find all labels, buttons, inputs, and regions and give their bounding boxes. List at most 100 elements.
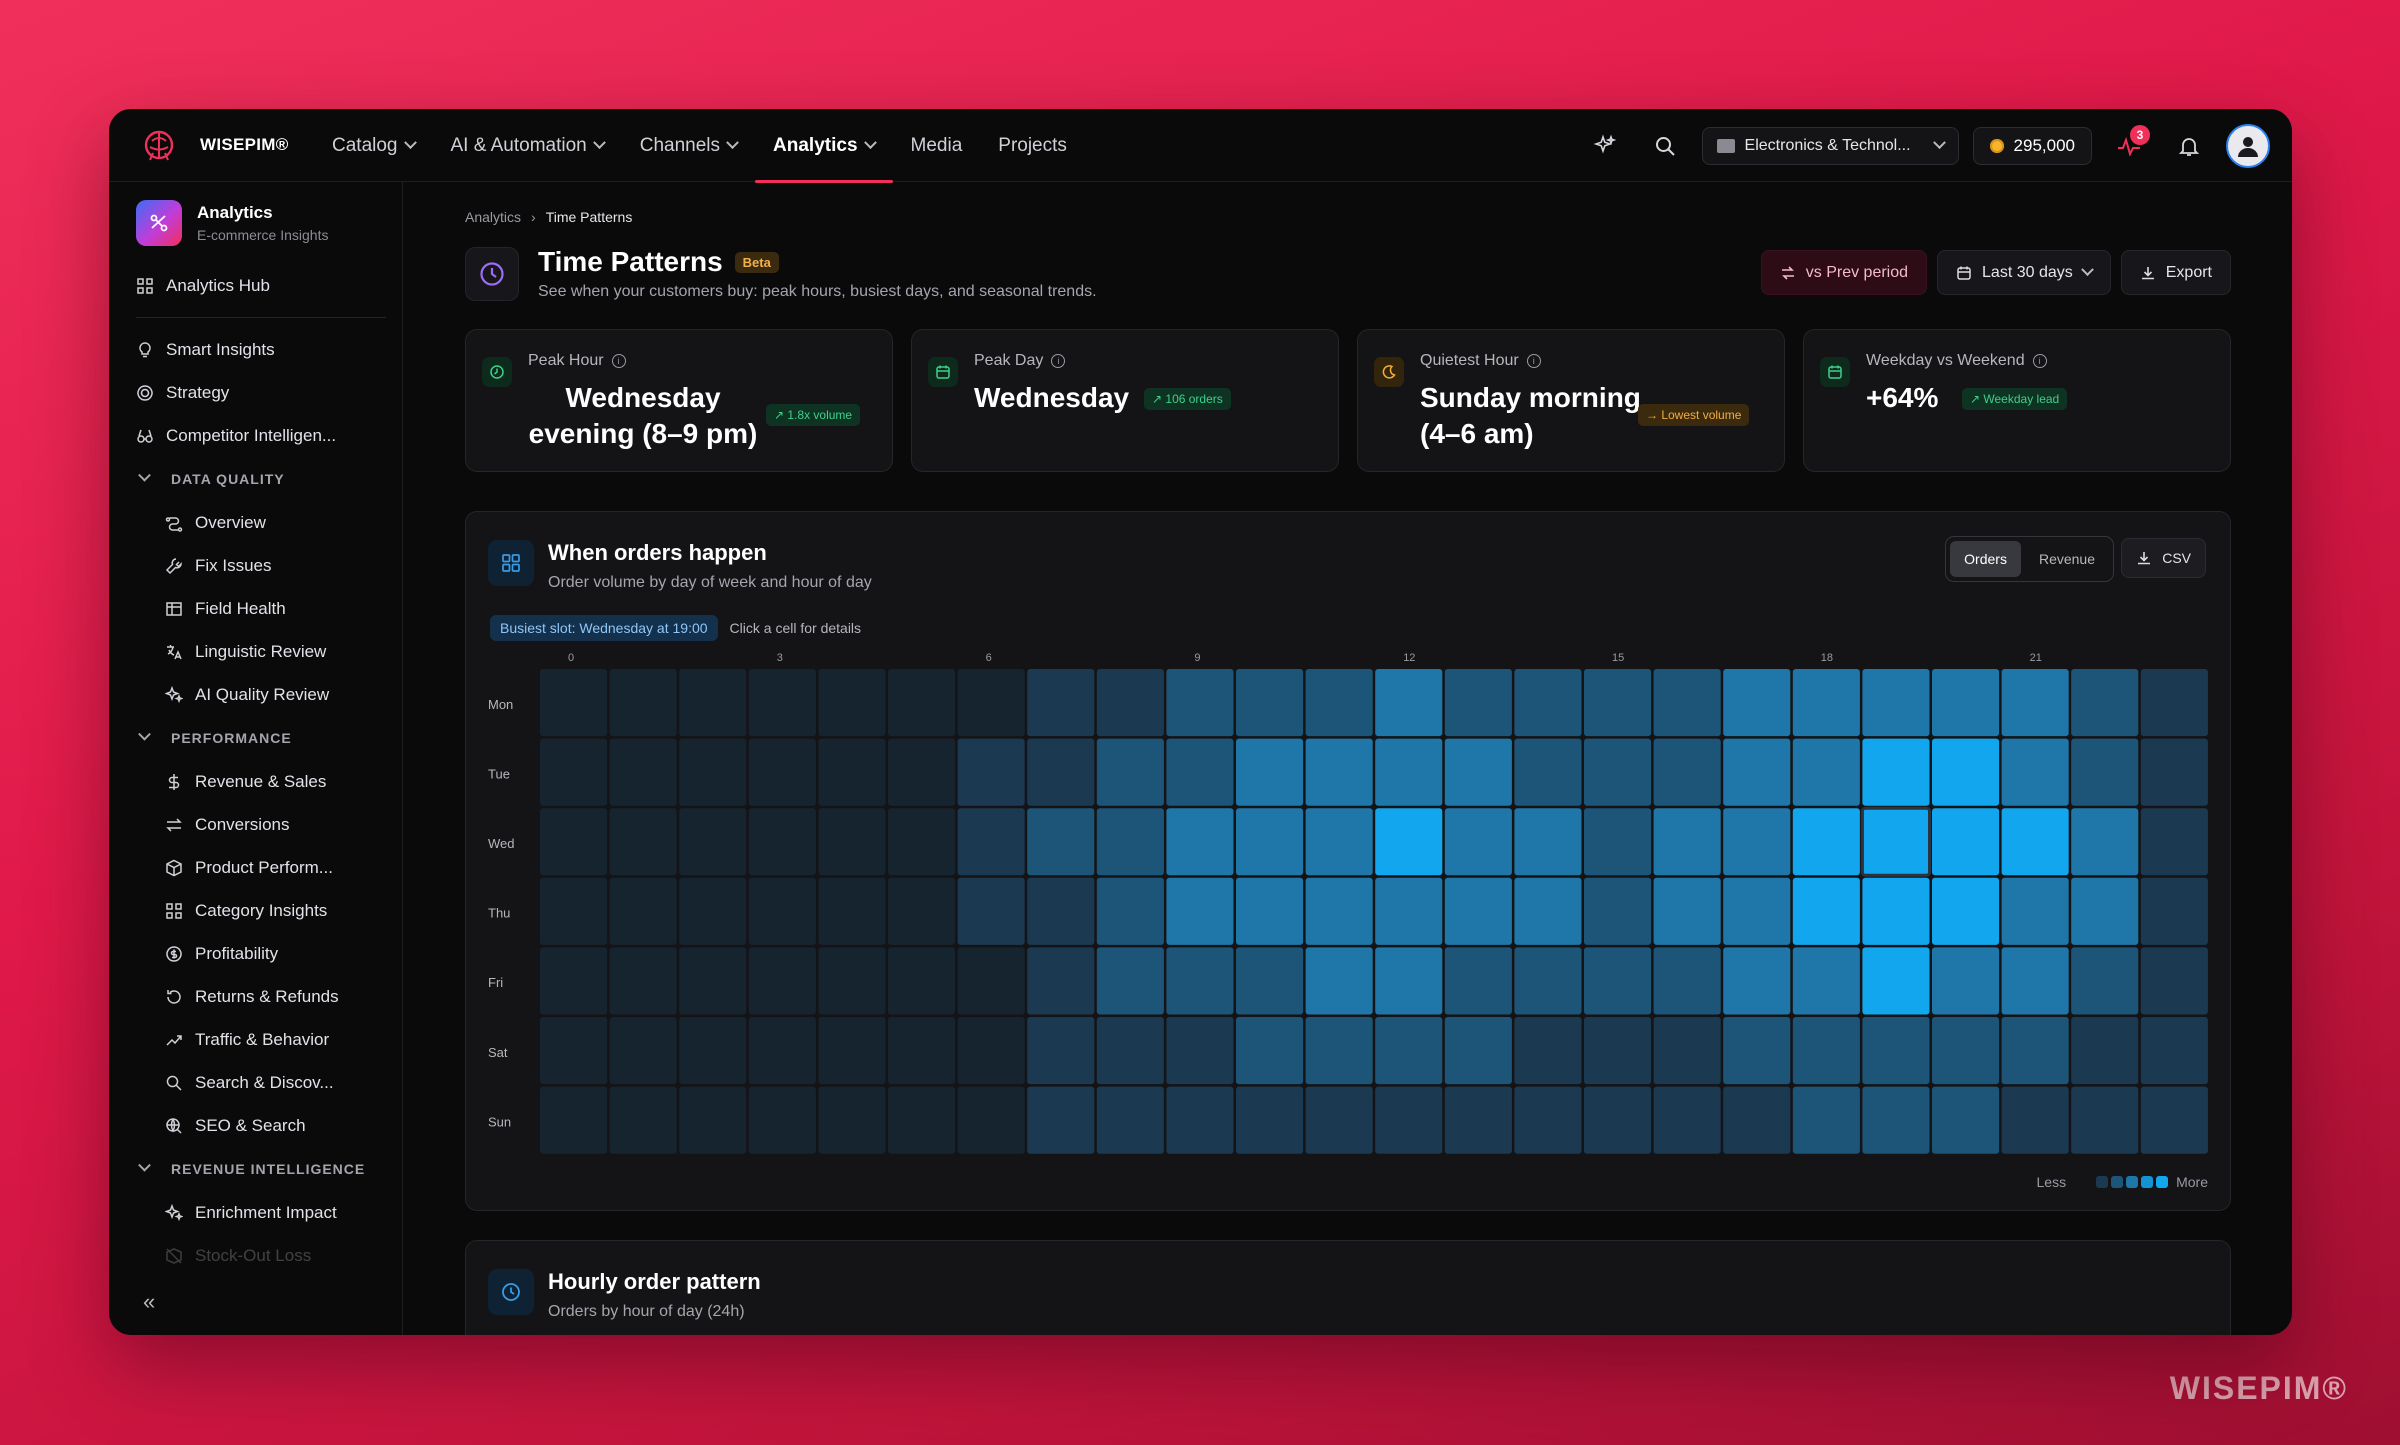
heatmap-cell[interactable] [1792, 669, 1860, 737]
heatmap-cell[interactable] [1862, 1017, 1930, 1085]
heatmap-cell[interactable] [2140, 947, 2208, 1015]
sidebar-item-analytics-hub[interactable]: Analytics Hub [136, 264, 386, 307]
heatmap-cell[interactable] [1096, 1017, 1164, 1085]
breadcrumb-analytics[interactable]: Analytics [465, 209, 521, 225]
heatmap-cell[interactable] [679, 947, 747, 1015]
heatmap-cell[interactable] [818, 808, 886, 876]
heatmap-cell[interactable] [1236, 669, 1304, 737]
credits-balance[interactable]: 295,000 [1972, 126, 2092, 165]
heatmap-cell[interactable] [748, 669, 816, 737]
heatmap-cell[interactable] [540, 669, 608, 737]
heatmap-cell[interactable] [1514, 877, 1582, 945]
heatmap-cell[interactable] [1444, 669, 1512, 737]
heatmap-cell[interactable] [2071, 1017, 2139, 1085]
brain-logo-icon[interactable] [139, 127, 179, 167]
heatmap-cell[interactable] [2001, 947, 2069, 1015]
heatmap-cell[interactable] [2071, 738, 2139, 806]
heatmap-cell[interactable] [540, 947, 608, 1015]
heatmap-cell[interactable] [1723, 1086, 1791, 1154]
heatmap-cell[interactable] [957, 669, 1025, 737]
heatmap-cell[interactable] [609, 738, 677, 806]
sidebar-item-product-perform[interactable]: Product Perform... [136, 846, 386, 889]
heatmap-cell[interactable] [2071, 947, 2139, 1015]
heatmap-cell[interactable] [2071, 808, 2139, 876]
heatmap-cell[interactable] [1375, 808, 1443, 876]
heatmap-cell[interactable] [540, 877, 608, 945]
heatmap-cell[interactable] [2001, 808, 2069, 876]
heatmap-cell[interactable] [1584, 669, 1652, 737]
heatmap-cell[interactable] [1444, 1086, 1512, 1154]
sidebar-section-revenue-intelligence[interactable]: REVENUE INTELLIGENCE [136, 1147, 386, 1191]
heatmap-cell[interactable] [2140, 1086, 2208, 1154]
heatmap-cell[interactable] [1514, 669, 1582, 737]
heatmap-cell[interactable] [1932, 808, 2000, 876]
user-avatar[interactable] [2226, 123, 2270, 168]
heatmap-cell[interactable] [1653, 1086, 1721, 1154]
heatmap-cell[interactable] [1305, 877, 1373, 945]
heatmap-cell[interactable] [1166, 808, 1234, 876]
info-icon[interactable]: i [1051, 354, 1066, 368]
sidebar-item-returns-refunds[interactable]: Returns & Refunds [136, 975, 386, 1018]
heatmap-cell[interactable] [957, 1017, 1025, 1085]
sidebar-section-data-quality[interactable]: DATA QUALITY [136, 457, 386, 501]
heatmap-cell[interactable] [1723, 877, 1791, 945]
heatmap-cell[interactable] [1584, 808, 1652, 876]
heatmap-cell[interactable] [2140, 1017, 2208, 1085]
sidebar-item-seo-search[interactable]: SEO & Search [136, 1104, 386, 1147]
heatmap-cell[interactable] [1375, 947, 1443, 1015]
heatmap-cell[interactable] [2001, 738, 2069, 806]
heatmap-cell[interactable] [1096, 738, 1164, 806]
heatmap-cell[interactable] [1862, 947, 1930, 1015]
heatmap-cell[interactable] [818, 947, 886, 1015]
heatmap-cell[interactable] [1236, 1086, 1304, 1154]
heatmap-cell[interactable] [609, 877, 677, 945]
heatmap-cell[interactable] [748, 1086, 816, 1154]
sidebar-item-field-health[interactable]: Field Health [136, 587, 386, 630]
heatmap-cell[interactable] [1096, 1086, 1164, 1154]
activity-pulse-icon[interactable]: 3 [2106, 123, 2152, 169]
heatmap-cell[interactable] [1096, 877, 1164, 945]
heatmap-cell[interactable] [2140, 877, 2208, 945]
heatmap-cell[interactable] [1723, 669, 1791, 737]
heatmap-cell[interactable] [1653, 808, 1721, 876]
heatmap-cell[interactable] [1166, 1086, 1234, 1154]
heatmap-cell[interactable] [1444, 877, 1512, 945]
nav-channels[interactable]: Channels [622, 109, 755, 182]
heatmap-cell[interactable] [957, 808, 1025, 876]
heatmap-cell[interactable] [748, 877, 816, 945]
heatmap-cell[interactable] [609, 947, 677, 1015]
heatmap-cell[interactable] [2001, 669, 2069, 737]
heatmap-cell[interactable] [2140, 669, 2208, 737]
heatmap-cell[interactable] [1862, 738, 1930, 806]
heatmap-cell[interactable] [748, 808, 816, 876]
date-range-select[interactable]: Last 30 days [1937, 250, 2111, 295]
heatmap-cell[interactable] [1375, 1086, 1443, 1154]
collapse-sidebar-icon[interactable]: « [143, 1289, 155, 1315]
heatmap-cell[interactable] [1932, 669, 2000, 737]
sidebar-section-performance[interactable]: PERFORMANCE [136, 716, 386, 760]
heatmap-cell[interactable] [818, 1017, 886, 1085]
heatmap-cell[interactable] [1236, 808, 1304, 876]
nav-catalog[interactable]: Catalog [314, 109, 433, 182]
heatmap-cell[interactable] [1027, 877, 1095, 945]
heatmap-cell[interactable] [1166, 669, 1234, 737]
heatmap-cell[interactable] [1653, 738, 1721, 806]
heatmap-cell[interactable] [1514, 738, 1582, 806]
heatmap-cell[interactable] [1653, 1017, 1721, 1085]
sidebar-item-search-discov[interactable]: Search & Discov... [136, 1061, 386, 1104]
sidebar-item-smart-insights[interactable]: Smart Insights [136, 328, 386, 371]
heatmap-cell[interactable] [1096, 669, 1164, 737]
heatmap-cell[interactable] [2071, 669, 2139, 737]
sidebar-item-conversions[interactable]: Conversions [136, 803, 386, 846]
heatmap-cell[interactable] [1584, 1017, 1652, 1085]
heatmap-cell[interactable] [888, 947, 956, 1015]
heatmap-cell[interactable] [888, 669, 956, 737]
heatmap-cell[interactable] [609, 1017, 677, 1085]
heatmap-cell[interactable] [1444, 1017, 1512, 1085]
heatmap-cell[interactable] [609, 669, 677, 737]
search-icon[interactable] [1642, 123, 1688, 169]
sidebar-item-overview[interactable]: Overview [136, 501, 386, 544]
heatmap-cell[interactable] [1027, 947, 1095, 1015]
heatmap-cell[interactable] [1305, 1086, 1373, 1154]
compare-period-button[interactable]: vs Prev period [1760, 250, 1928, 295]
